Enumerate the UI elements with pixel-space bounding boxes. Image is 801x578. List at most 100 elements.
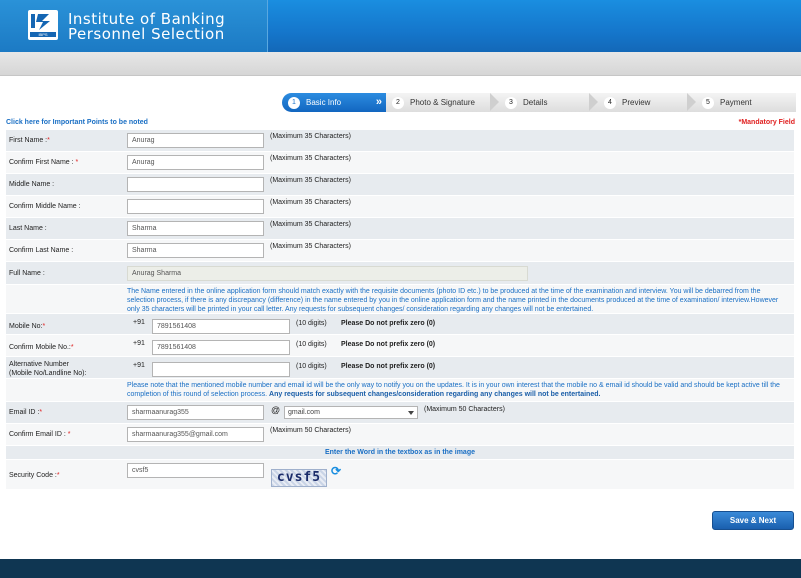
confirm-mobile-no-prefix-note: Please Do not prefix zero (0) bbox=[341, 341, 435, 348]
alternative-number-digits-hint: (10 digits) bbox=[296, 363, 327, 370]
security-code-input[interactable]: cvsf5 bbox=[127, 463, 264, 478]
email-hint: (Maximum 50 Characters) bbox=[424, 406, 505, 413]
site-header: IBPS Institute of Banking Personnel Sele… bbox=[0, 0, 801, 52]
first-name-row: First Name :* Anurag (Maximum 35 Charact… bbox=[6, 130, 794, 152]
confirm-email-label: Confirm Email ID : * bbox=[9, 431, 70, 438]
security-code-row: Security Code :* cvsf5 cvsf5 ⟳ bbox=[6, 460, 794, 490]
confirm-mobile-input[interactable]: 7891561408 bbox=[152, 340, 290, 355]
step-number: 4 bbox=[604, 97, 616, 109]
header-brand-panel: IBPS Institute of Banking Personnel Sele… bbox=[0, 0, 268, 52]
confirm-first-name-hint: (Maximum 35 Characters) bbox=[270, 155, 351, 162]
captcha-prompt-row: Enter the Word in the textbox as in the … bbox=[6, 446, 794, 460]
step-number: 3 bbox=[505, 97, 517, 109]
middle-name-hint: (Maximum 35 Characters) bbox=[270, 177, 351, 184]
confirm-last-name-input[interactable]: Sharma bbox=[127, 243, 264, 258]
middle-name-input[interactable] bbox=[127, 177, 264, 192]
step-basic-info[interactable]: 1 Basic Info » bbox=[282, 93, 386, 112]
last-name-label: Last Name : bbox=[9, 225, 47, 232]
important-points-link[interactable]: Click here for Important Points to be no… bbox=[6, 119, 148, 126]
step-label: Photo & Signature bbox=[410, 98, 475, 107]
basic-info-form: First Name :* Anurag (Maximum 35 Charact… bbox=[6, 130, 794, 490]
mobile-input[interactable]: 7891561408 bbox=[152, 319, 290, 334]
country-code: +91 bbox=[133, 319, 145, 326]
security-code-label: Security Code :* bbox=[9, 472, 60, 479]
step-number: 5 bbox=[702, 97, 714, 109]
svg-text:IBPS: IBPS bbox=[38, 32, 47, 37]
last-name-hint: (Maximum 35 Characters) bbox=[270, 221, 351, 228]
contact-note-row: Please note that the mentioned mobile nu… bbox=[6, 379, 794, 402]
organization-name: Institute of Banking Personnel Selection bbox=[68, 12, 225, 42]
email-domain-value: gmail.com bbox=[288, 409, 320, 416]
step-number: 2 bbox=[392, 97, 404, 109]
name-note-row: The Name entered in the online applicati… bbox=[6, 285, 794, 314]
middle-name-row: Middle Name : (Maximum 35 Characters) bbox=[6, 174, 794, 196]
full-name-row: Full Name : Anurag Sharma bbox=[6, 262, 794, 285]
full-name-label: Full Name : bbox=[9, 270, 45, 277]
step-label: Details bbox=[523, 98, 547, 107]
confirm-email-hint: (Maximum 50 Characters) bbox=[270, 427, 351, 434]
step-separator bbox=[687, 93, 696, 111]
chevron-down-icon bbox=[408, 411, 414, 415]
confirm-last-name-hint: (Maximum 35 Characters) bbox=[270, 243, 351, 250]
confirm-middle-name-input[interactable] bbox=[127, 199, 264, 214]
confirm-last-name-row: Confirm Last Name : Sharma (Maximum 35 C… bbox=[6, 240, 794, 262]
step-details[interactable]: 3 Details bbox=[499, 93, 598, 112]
name-note: The Name entered in the online applicati… bbox=[127, 287, 782, 314]
contact-note: Please note that the mentioned mobile nu… bbox=[127, 381, 782, 399]
site-footer bbox=[0, 559, 801, 578]
full-name-display: Anurag Sharma bbox=[127, 266, 528, 281]
mobile-digits-hint: (10 digits) bbox=[296, 320, 327, 327]
confirm-last-name-label: Confirm Last Name : bbox=[9, 247, 73, 254]
alternative-number-input[interactable] bbox=[152, 362, 290, 377]
confirm-mobile-label: Confirm Mobile No.:* bbox=[9, 344, 74, 351]
confirm-first-name-label: Confirm First Name : * bbox=[9, 159, 78, 166]
email-username-input[interactable]: sharmaanurag355 bbox=[127, 405, 264, 420]
alternative-number-row: Alternative Number (Mobile No/Landline N… bbox=[6, 357, 794, 379]
confirm-first-name-row: Confirm First Name : * Anurag (Maximum 3… bbox=[6, 152, 794, 174]
step-separator bbox=[490, 93, 499, 111]
progress-steps: 1 Basic Info » 2 Photo & Signature 3 Detail… bbox=[282, 93, 796, 112]
step-payment[interactable]: 5 Payment bbox=[696, 93, 796, 112]
first-name-hint: (Maximum 35 Characters) bbox=[270, 133, 351, 140]
organization-name-line2: Personnel Selection bbox=[68, 27, 225, 42]
refresh-icon[interactable]: ⟳ bbox=[331, 465, 343, 477]
first-name-input[interactable]: Anurag bbox=[127, 133, 264, 148]
alternative-number-no-prefix-note: Please Do not prefix zero (0) bbox=[341, 363, 435, 370]
confirm-email-row: Confirm Email ID : * sharmaanurag355@gma… bbox=[6, 424, 794, 446]
country-code: +91 bbox=[133, 362, 145, 369]
save-next-button[interactable]: Save & Next bbox=[712, 511, 794, 530]
last-name-row: Last Name : Sharma (Maximum 35 Character… bbox=[6, 218, 794, 240]
captcha-prompt: Enter the Word in the textbox as in the … bbox=[6, 446, 794, 459]
step-label: Payment bbox=[720, 98, 752, 107]
captcha-image: cvsf5 bbox=[271, 469, 327, 487]
email-label: Email ID :* bbox=[9, 409, 42, 416]
alternative-number-label: Alternative Number (Mobile No/Landline N… bbox=[9, 360, 86, 378]
step-number: 1 bbox=[288, 97, 300, 109]
ibps-logo-icon: IBPS bbox=[27, 9, 59, 41]
mobile-no-prefix-note: Please Do not prefix zero (0) bbox=[341, 320, 435, 327]
confirm-middle-name-hint: (Maximum 35 Characters) bbox=[270, 199, 351, 206]
step-separator bbox=[589, 93, 598, 111]
country-code: +91 bbox=[133, 340, 145, 347]
toolbar-band bbox=[0, 52, 801, 76]
step-preview[interactable]: 4 Preview bbox=[598, 93, 696, 112]
middle-name-label: Middle Name : bbox=[9, 181, 54, 188]
confirm-mobile-digits-hint: (10 digits) bbox=[296, 341, 327, 348]
confirm-first-name-input[interactable]: Anurag bbox=[127, 155, 264, 170]
last-name-input[interactable]: Sharma bbox=[127, 221, 264, 236]
at-symbol: @ bbox=[271, 405, 280, 415]
email-row: Email ID :* sharmaanurag355 @ gmail.com … bbox=[6, 402, 794, 424]
mandatory-field-note: *Mandatory Field bbox=[739, 119, 795, 126]
confirm-email-input[interactable]: sharmaanurag355@gmail.com bbox=[127, 427, 264, 442]
confirm-middle-name-row: Confirm Middle Name : (Maximum 35 Charac… bbox=[6, 196, 794, 218]
step-label: Basic Info bbox=[306, 98, 341, 107]
mobile-label: Mobile No:* bbox=[9, 323, 45, 330]
step-label: Preview bbox=[622, 98, 650, 107]
first-name-label: First Name :* bbox=[9, 137, 50, 144]
double-chevron-right-icon: » bbox=[376, 93, 382, 112]
confirm-mobile-row: Confirm Mobile No.:* +91 7891561408 (10 … bbox=[6, 335, 794, 357]
email-domain-select[interactable]: gmail.com bbox=[284, 406, 418, 419]
step-photo-signature[interactable]: 2 Photo & Signature bbox=[386, 93, 499, 112]
mobile-row: Mobile No:* +91 7891561408 (10 digits) P… bbox=[6, 314, 794, 335]
confirm-middle-name-label: Confirm Middle Name : bbox=[9, 203, 81, 210]
